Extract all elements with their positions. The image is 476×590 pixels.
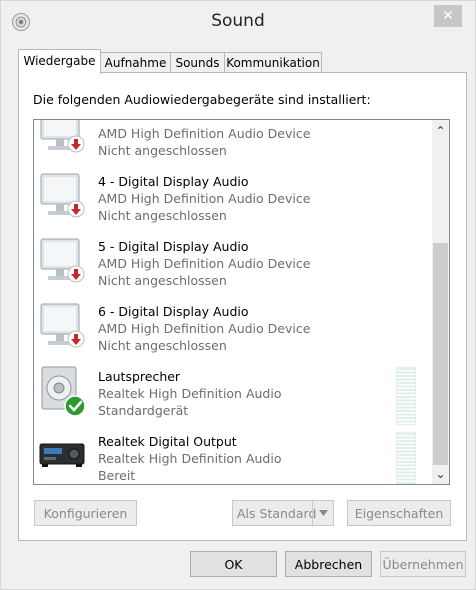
tab-kommunikation[interactable]: Kommunikation (224, 52, 322, 73)
device-driver: AMD High Definition Audio Device (98, 191, 311, 206)
device-driver: Realtek High Definition Audio (98, 386, 282, 401)
device-name: 5 - Digital Display Audio (98, 239, 249, 254)
monitor-icon (40, 120, 85, 153)
device-item[interactable]: 6 - Digital Display Audio AMD High Defin… (34, 298, 430, 363)
properties-button[interactable]: Eigenschaften (347, 500, 451, 526)
sound-dialog: Sound ✕ Wiedergabe Aufnahme Sounds Kommu… (0, 0, 476, 590)
disconnected-badge-icon (67, 330, 85, 348)
chevron-down-icon[interactable] (312, 501, 333, 525)
monitor-icon (40, 303, 85, 348)
tab-wiedergabe[interactable]: Wiedergabe (18, 49, 101, 74)
scroll-thumb[interactable] (433, 243, 448, 465)
device-status: Standardgerät (98, 403, 189, 418)
default-check-icon (64, 395, 86, 417)
set-default-label: Als Standard (237, 506, 317, 521)
apply-button[interactable]: Übernehmen (380, 551, 466, 577)
disconnected-badge-icon (67, 200, 85, 218)
close-button[interactable]: ✕ (434, 5, 462, 27)
device-status: Nicht angeschlossen (98, 143, 227, 158)
device-name: Realtek Digital Output (98, 434, 237, 449)
device-driver: AMD High Definition Audio Device (98, 321, 311, 336)
close-icon: ✕ (442, 8, 454, 24)
device-status: Nicht angeschlossen (98, 338, 227, 353)
configure-button[interactable]: Konfigurieren (34, 500, 137, 526)
ok-button[interactable]: OK (190, 551, 277, 577)
monitor-icon (40, 238, 85, 283)
monitor-icon (40, 173, 85, 218)
device-status: Nicht angeschlossen (98, 208, 227, 223)
device-item[interactable]: 4 - Digital Display Audio AMD High Defin… (34, 168, 430, 233)
scroll-up-arrow-icon[interactable]: ⌃ (432, 120, 449, 138)
scroll-down-arrow-icon[interactable]: ⌄ (432, 467, 449, 484)
disconnected-badge-icon (67, 265, 85, 283)
instruction-text: Die folgenden Audiowiedergabegeräte sind… (33, 92, 371, 107)
tab-aufnahme[interactable]: Aufnahme (100, 52, 171, 73)
tab-sounds[interactable]: Sounds (170, 52, 225, 73)
device-driver: Realtek High Definition Audio (98, 451, 282, 466)
device-item[interactable]: AMD High Definition Audio Device Nicht a… (34, 120, 430, 168)
device-item[interactable]: 5 - Digital Display Audio AMD High Defin… (34, 233, 430, 298)
digital-receiver-icon (39, 443, 85, 467)
device-name: Lautsprecher (98, 369, 181, 384)
device-driver: AMD High Definition Audio Device (98, 256, 311, 271)
vertical-scrollbar[interactable]: ⌃ ⌄ (432, 120, 449, 484)
device-item[interactable]: Lautsprecher Realtek High Definition Aud… (34, 363, 430, 428)
device-list[interactable]: AMD High Definition Audio Device Nicht a… (33, 119, 450, 485)
set-default-button[interactable]: Als Standard (232, 500, 334, 526)
device-driver: AMD High Definition Audio Device (98, 126, 311, 141)
level-meter (396, 367, 416, 425)
speaker-device-icon (41, 366, 86, 417)
disconnected-badge-icon (67, 135, 85, 153)
device-status: Nicht angeschlossen (98, 273, 227, 288)
window-title: Sound (211, 11, 265, 31)
cancel-button[interactable]: Abbrechen (285, 551, 372, 577)
level-meter (396, 432, 416, 484)
title-bar: Sound ✕ (1, 1, 475, 43)
device-item[interactable]: Realtek Digital Output Realtek High Defi… (34, 428, 430, 484)
playback-panel: Die folgenden Audiowiedergabegeräte sind… (18, 72, 467, 541)
device-name: 4 - Digital Display Audio (98, 174, 249, 189)
device-name: 6 - Digital Display Audio (98, 304, 249, 319)
device-status: Bereit (98, 468, 136, 483)
